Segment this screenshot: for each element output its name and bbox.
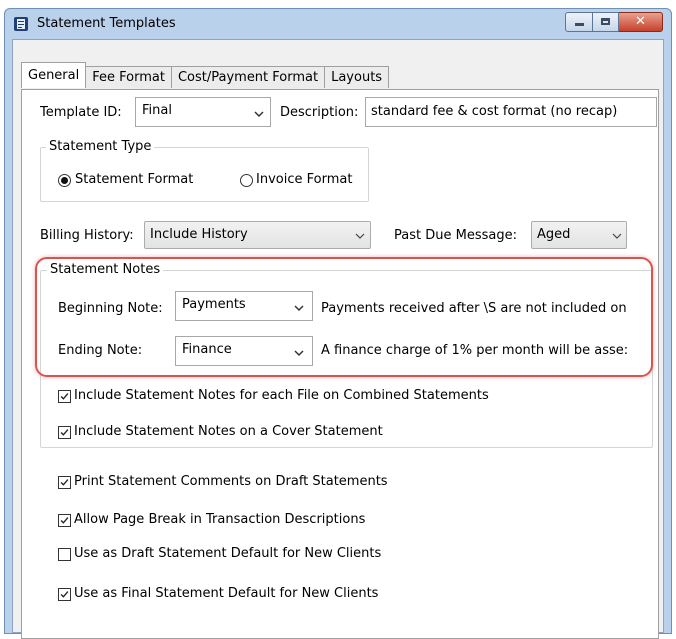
page-break-checkbox[interactable] xyxy=(58,514,71,527)
description-input[interactable]: standard fee & cost format (no recap) xyxy=(365,97,657,127)
window-controls: ✕ xyxy=(565,12,663,34)
template-id-combo[interactable]: Final xyxy=(135,97,271,127)
cover-statement-notes-checkbox[interactable] xyxy=(58,426,71,439)
chevron-down-icon xyxy=(355,233,365,239)
window-title: Statement Templates xyxy=(37,16,176,31)
past-due-message-label: Past Due Message: xyxy=(394,228,517,243)
statement-notes-highlight xyxy=(35,257,653,377)
statement-format-label[interactable]: Statement Format xyxy=(75,172,193,187)
description-label: Description: xyxy=(280,105,359,120)
past-due-message-value: Aged xyxy=(537,227,571,242)
tab-cost-payment-format[interactable]: Cost/Payment Format xyxy=(170,66,326,88)
maximize-icon xyxy=(601,18,610,25)
tab-general[interactable]: General xyxy=(21,62,87,88)
title-bar[interactable]: Statement Templates ✕ xyxy=(5,9,671,39)
page-break-label[interactable]: Allow Page Break in Transaction Descript… xyxy=(74,512,365,527)
chevron-down-icon[interactable] xyxy=(254,110,264,118)
minimize-icon xyxy=(575,23,584,26)
chevron-down-icon xyxy=(612,233,622,239)
maximize-button[interactable] xyxy=(593,12,619,32)
statement-templates-app-icon xyxy=(14,17,28,31)
past-due-message-dropdown[interactable]: Aged xyxy=(531,221,627,249)
billing-history-dropdown[interactable]: Include History xyxy=(144,221,371,249)
invoice-format-radio[interactable] xyxy=(240,174,253,187)
draft-default-label[interactable]: Use as Draft Statement Default for New C… xyxy=(74,546,381,561)
tab-layouts[interactable]: Layouts xyxy=(324,66,390,88)
close-button[interactable]: ✕ xyxy=(619,12,663,32)
print-comments-checkbox[interactable] xyxy=(58,476,71,489)
close-icon: ✕ xyxy=(635,14,646,29)
final-default-checkbox[interactable] xyxy=(58,588,71,601)
billing-history-label: Billing History: xyxy=(40,228,134,243)
invoice-format-label[interactable]: Invoice Format xyxy=(256,172,352,187)
combined-notes-checkbox[interactable] xyxy=(58,390,71,403)
final-default-label[interactable]: Use as Final Statement Default for New C… xyxy=(74,586,378,601)
tab-fee-format[interactable]: Fee Format xyxy=(85,66,172,88)
statement-format-radio[interactable] xyxy=(58,174,71,187)
cover-statement-notes-label[interactable]: Include Statement Notes on a Cover State… xyxy=(74,424,383,439)
statement-type-legend: Statement Type xyxy=(46,139,155,154)
billing-history-value: Include History xyxy=(150,227,248,242)
combined-notes-label[interactable]: Include Statement Notes for each File on… xyxy=(74,388,489,403)
minimize-button[interactable] xyxy=(565,12,593,32)
print-comments-label[interactable]: Print Statement Comments on Draft Statem… xyxy=(74,474,388,489)
draft-default-checkbox[interactable] xyxy=(58,548,71,561)
template-id-label: Template ID: xyxy=(40,105,122,120)
template-id-value: Final xyxy=(142,103,172,118)
tab-strip: General Fee Format Cost/Payment Format L… xyxy=(21,62,390,90)
